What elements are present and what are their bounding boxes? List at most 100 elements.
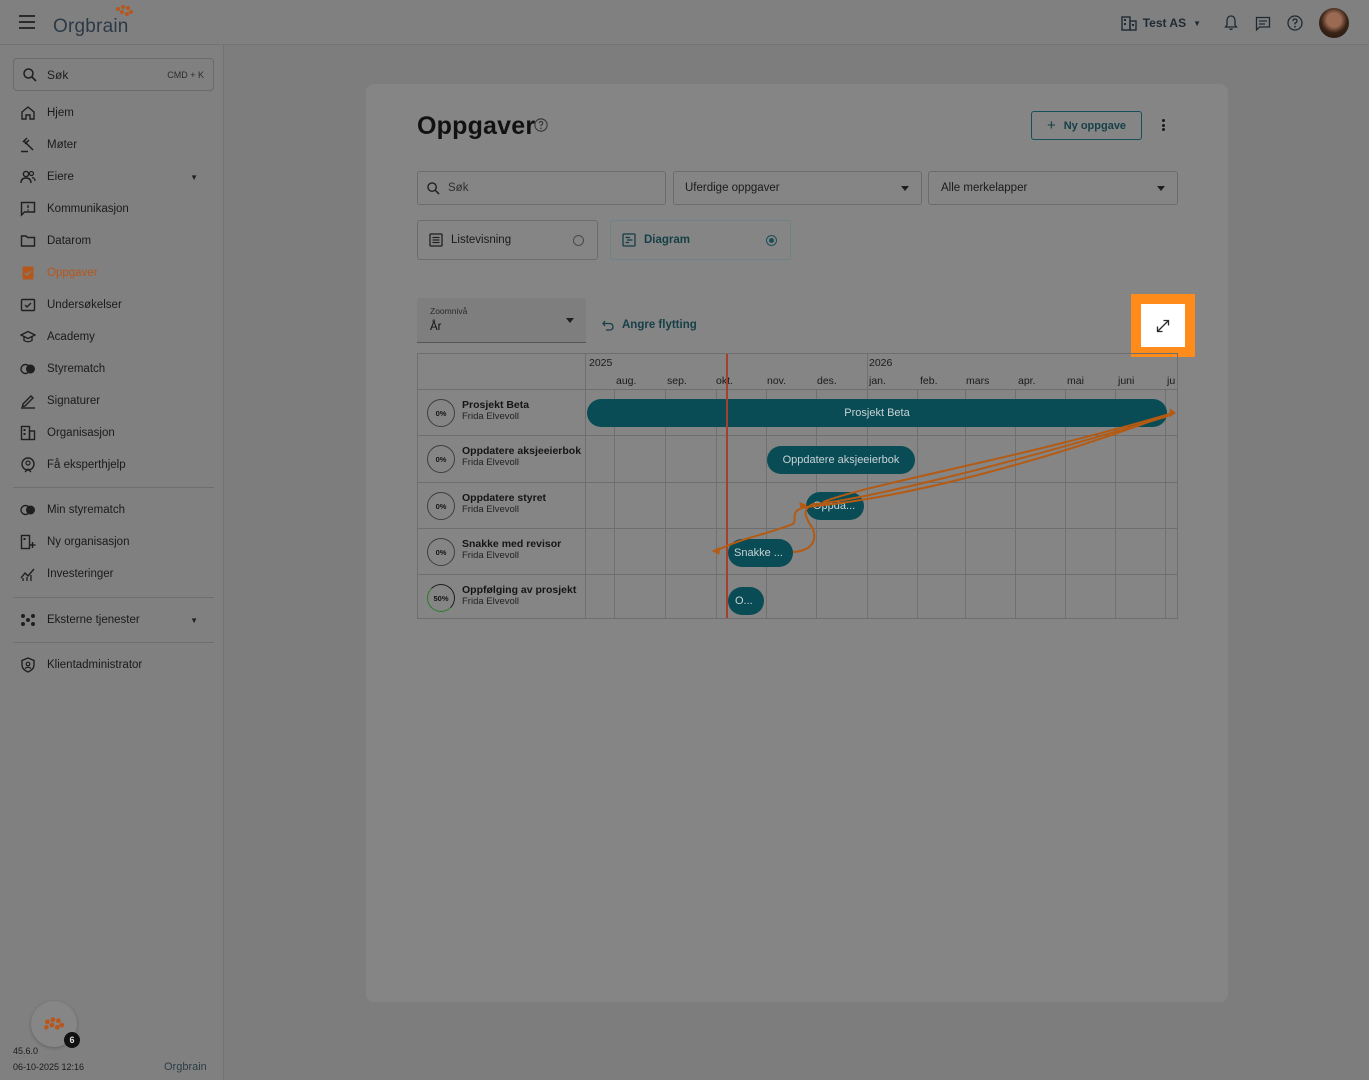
nav-item-klientadministrator[interactable]: Klientadministrator: [13, 649, 214, 681]
sidebar: Søk CMD + K Hjem Møter Eiere ▼ Kommunika…: [0, 45, 224, 1080]
nav-item-undersokelser[interactable]: Undersøkelser: [13, 289, 214, 321]
search-placeholder: Søk: [448, 182, 469, 194]
sidebar-search[interactable]: Søk CMD + K: [13, 58, 214, 91]
match-icon: [20, 363, 35, 375]
nav-label: Organisasjon: [47, 427, 115, 439]
zoom-label: Zoomnivå: [430, 306, 468, 316]
secondary-nav: Min styrematch Ny organisasjon Investeri…: [13, 494, 214, 590]
nav-item-oppgaver[interactable]: Oppgaver: [13, 257, 214, 289]
admin-nav: Klientadministrator: [13, 649, 214, 681]
expand-fullscreen-button[interactable]: [1141, 304, 1185, 347]
new-task-label: Ny oppgave: [1063, 119, 1127, 132]
tag-filter-select[interactable]: Alle merkelapper: [928, 171, 1178, 205]
expert-icon: [21, 457, 35, 473]
logo-text: Orgbrain: [53, 16, 129, 37]
nav-label: Styrematch: [47, 363, 106, 375]
gavel-icon: [21, 137, 34, 153]
home-icon: [21, 106, 35, 120]
nav-item-signaturer[interactable]: Signaturer: [13, 385, 214, 417]
build-datetime: 06-10-2025 12:16: [13, 1062, 85, 1072]
nav-item-styrematch[interactable]: Styrematch: [13, 353, 214, 385]
nav-item-investeringer[interactable]: Investeringer: [13, 558, 214, 590]
brain-logo-icon: [116, 5, 133, 16]
footer-logo-text: Orgbrain: [164, 1061, 207, 1073]
dependency-arrow: [715, 413, 1171, 552]
search-icon: [23, 67, 37, 82]
plus-icon: +: [1046, 117, 1056, 134]
undo-move-button[interactable]: Angre flytting: [602, 319, 697, 331]
expand-icon: [1156, 319, 1170, 332]
nav-item-hjem[interactable]: Hjem: [13, 97, 214, 129]
nav-label: Kommunikasjon: [47, 203, 129, 215]
building-icon: [20, 425, 36, 441]
nav-label: Academy: [47, 331, 95, 343]
building-icon: [1121, 15, 1137, 31]
zoom-level-select[interactable]: Zoomnivå År: [417, 298, 586, 343]
nav-item-eiere[interactable]: Eiere ▼: [13, 161, 214, 193]
radio-button-selected[interactable]: [766, 235, 777, 246]
view-option-diagram[interactable]: Diagram: [610, 220, 791, 260]
radio-button[interactable]: [573, 235, 584, 246]
view-list-label: Listevisning: [451, 234, 512, 246]
search-icon: [427, 181, 440, 195]
folder-icon: [20, 235, 36, 247]
task-search-input[interactable]: Søk: [417, 171, 666, 205]
version-number: 45.6.0: [13, 1046, 39, 1056]
arrow-head: [711, 547, 720, 555]
undo-label: Angre flytting: [622, 319, 697, 331]
chevron-down-icon: ▼: [1193, 18, 1201, 28]
view-option-list[interactable]: Listevisning: [417, 220, 598, 260]
message-icon: [20, 201, 36, 217]
nav-item-datarom[interactable]: Datarom: [13, 225, 214, 257]
school-icon: [20, 330, 36, 343]
page-title: Oppgaver: [417, 112, 536, 140]
add-building-icon: [20, 534, 36, 550]
avatar[interactable]: [1319, 8, 1349, 38]
chat-icon[interactable]: [1247, 8, 1279, 38]
divider: [13, 597, 214, 598]
company-name: Test AS: [1142, 16, 1187, 30]
nav-item-eksterne-tjenester[interactable]: Eksterne tjenester ▼: [13, 604, 214, 636]
match-icon: [20, 504, 35, 516]
bell-icon[interactable]: [1215, 8, 1247, 38]
nav-item-academy[interactable]: Academy: [13, 321, 214, 353]
nav-item-ny-organisasjon[interactable]: Ny organisasjon: [13, 526, 214, 558]
dropdown-arrow-icon: [901, 186, 909, 191]
nav-item-organisasjon[interactable]: Organisasjon: [13, 417, 214, 449]
nav-label: Oppgaver: [47, 267, 98, 279]
menu-icon[interactable]: [19, 15, 35, 29]
divider: [13, 487, 214, 488]
nav-item-kommunikasjon[interactable]: Kommunikasjon: [13, 193, 214, 225]
nav-label: Datarom: [47, 235, 92, 247]
nav-label: Eksterne tjenester: [47, 614, 140, 626]
nav-label: Klientadministrator: [47, 659, 143, 671]
dropdown-arrow-icon: [1157, 186, 1165, 191]
status-filter-select[interactable]: Uferdige oppgaver: [673, 171, 922, 205]
nav-item-min-styrematch[interactable]: Min styrematch: [13, 494, 214, 526]
nav-label: Få eksperthjelp: [47, 459, 126, 471]
app-logo[interactable]: Orgbrain: [53, 5, 133, 38]
apps-icon: [21, 614, 35, 626]
new-task-button[interactable]: + Ny oppgave: [1031, 111, 1142, 140]
top-bar: Orgbrain Test AS ▼: [0, 0, 1369, 45]
nav-item-moter[interactable]: Møter: [13, 129, 214, 161]
version-info: 45.6.0 06-10-2025 12:16: [13, 1046, 84, 1078]
org-switcher[interactable]: Test AS ▼: [1121, 15, 1201, 31]
nav-label: Hjem: [47, 107, 74, 119]
nav-label: Ny organisasjon: [47, 536, 130, 548]
chart-icon: [20, 568, 35, 581]
help-icon[interactable]: [1279, 8, 1311, 38]
dropdown-arrow-icon: [566, 318, 574, 323]
shield-icon: [21, 657, 35, 673]
survey-icon: [20, 298, 36, 312]
more-vert-icon[interactable]: [1156, 117, 1170, 133]
zoom-value: År: [430, 321, 442, 333]
help-icon[interactable]: [534, 118, 548, 137]
chevron-down-icon: ▼: [190, 615, 198, 625]
brain-logo-icon: [44, 1017, 65, 1030]
nav-item-eksperthjelp[interactable]: Få eksperthjelp: [13, 449, 214, 481]
footer-logo: Orgbrain: [164, 1061, 207, 1073]
gantt-icon: [622, 233, 636, 247]
gantt-chart: 2025 2026 aug. sep. okt. nov. des. jan. …: [417, 353, 1178, 619]
dependency-arrows: [711, 408, 1176, 555]
